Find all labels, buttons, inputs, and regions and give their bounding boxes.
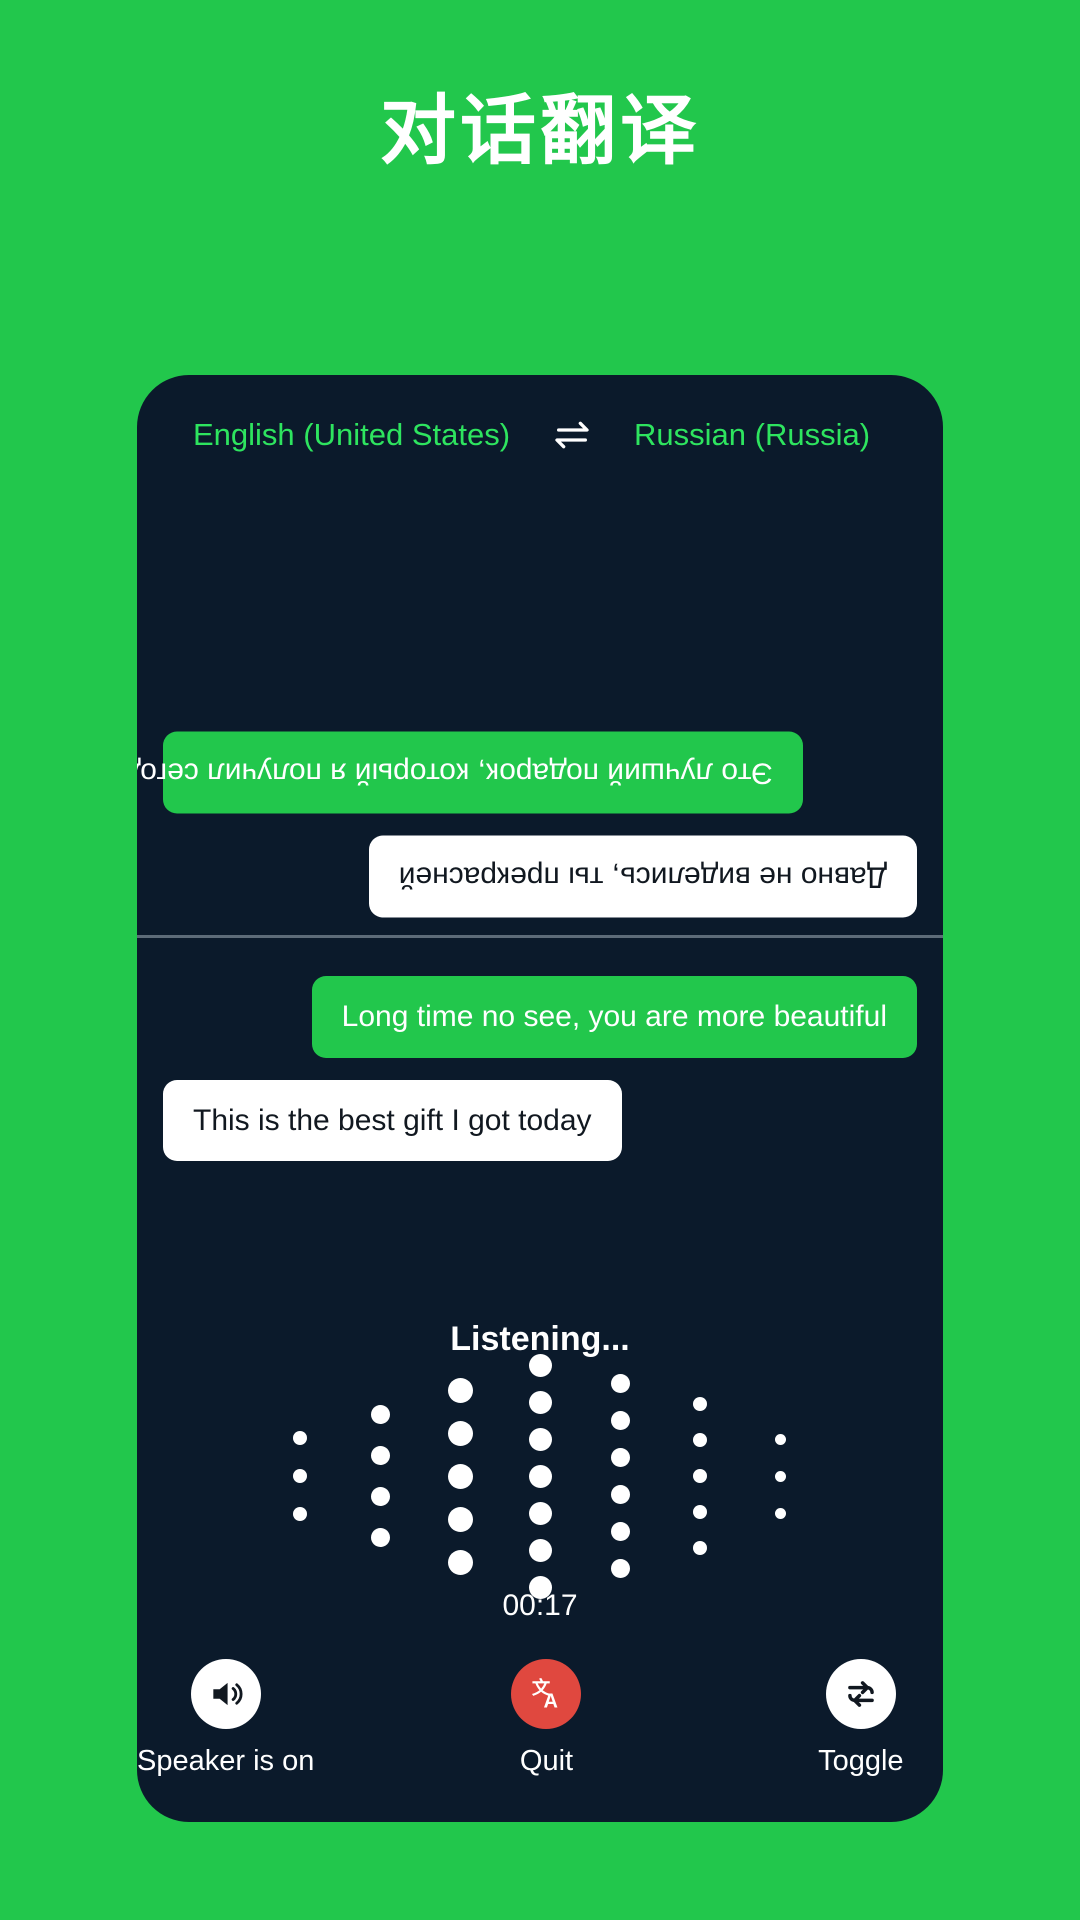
source-language-selector[interactable]: English (United States) [193,417,510,453]
speaker-toggle-label: Speaker is on [137,1745,315,1777]
phone-frame: English (United States) Russian (Russia)… [137,375,943,1822]
waveform-dot [370,1528,390,1547]
waveform-dot [774,1470,786,1482]
speaker-on-icon[interactable] [190,1659,261,1729]
message-bubble-remote-2[interactable]: Давно не виделись, ты прекрасней [368,835,917,917]
waveform-column [660,1397,740,1555]
target-language-selector[interactable]: Russian (Russia) [634,417,870,453]
svg-text:A: A [544,1690,558,1712]
waveform-dot [447,1420,473,1446]
waveform-dot [447,1549,473,1575]
waveform-dot [528,1390,552,1414]
swap-horizontal-icon[interactable] [552,415,592,455]
listening-area: Listening... 00:17 [137,1161,943,1645]
waveform-column [420,1377,500,1575]
waveform-dot [528,1353,552,1377]
page-title: 对话翻译 [380,89,700,174]
waveform-column [740,1433,820,1519]
message-row: Давно не виделись, ты прекрасней [163,835,917,917]
translate-icon[interactable]: 文 A [511,1659,582,1729]
remote-conversation-panel: Это лучший подарок, который я получил се… [137,495,943,935]
waveform-dot [610,1374,630,1393]
waveform-dot [370,1487,390,1506]
waveform-dot [693,1505,707,1519]
quit-label: Quit [519,1745,574,1777]
toggle-button[interactable]: Toggle [779,1659,943,1778]
waveform-dot [447,1506,473,1532]
waveform-dot [293,1431,307,1445]
waveform-dot [293,1507,307,1521]
waveform-dot [693,1541,707,1555]
waveform-dot [447,1463,473,1489]
waveform-dot [370,1446,390,1465]
control-bar: Speaker is on 文 A Quit Toggle [137,1645,943,1822]
waveform-dot [693,1397,707,1411]
waveform-dot [528,1427,552,1451]
waveform-column [500,1353,580,1599]
waveform-dot [774,1433,786,1445]
quit-button[interactable]: 文 A Quit [464,1659,628,1778]
waveform-dot [528,1538,552,1562]
waveform-dot [293,1469,307,1483]
waveform-dot [528,1464,552,1488]
audio-waveform [260,1353,820,1599]
language-bar: English (United States) Russian (Russia) [137,375,943,495]
local-conversation-panel: Long time no see, you are more beautiful… [137,938,943,1161]
waveform-dot [610,1522,630,1541]
waveform-dot [693,1469,707,1483]
waveform-dot [610,1411,630,1430]
message-row: Long time no see, you are more beautiful [163,976,917,1058]
message-bubble-remote-1[interactable]: Это лучший подарок, который я получил се… [137,732,803,814]
waveform-dot [447,1377,473,1403]
waveform-dot [528,1501,552,1525]
speaker-toggle-button[interactable]: Speaker is on [137,1659,314,1778]
waveform-column [580,1374,660,1578]
waveform-dot [610,1485,630,1504]
waveform-dot [370,1405,390,1424]
app-screen: 对话翻译 English (United States) Russian (Ru… [0,0,1080,1920]
waveform-dot [774,1507,786,1519]
waveform-column [260,1431,340,1521]
toggle-label: Toggle [818,1745,904,1777]
waveform-column [340,1405,420,1547]
waveform-dot [610,1559,630,1578]
message-row: This is the best gift I got today [163,1079,917,1161]
toggle-swap-icon[interactable] [825,1659,896,1729]
waveform-dot [693,1433,707,1447]
message-row: Это лучший подарок, который я получил се… [137,732,917,814]
message-bubble-local-2[interactable]: This is the best gift I got today [163,1079,622,1161]
waveform-dot [610,1448,630,1467]
recording-timer: 00:17 [502,1589,578,1622]
message-bubble-local-1[interactable]: Long time no see, you are more beautiful [311,976,917,1058]
